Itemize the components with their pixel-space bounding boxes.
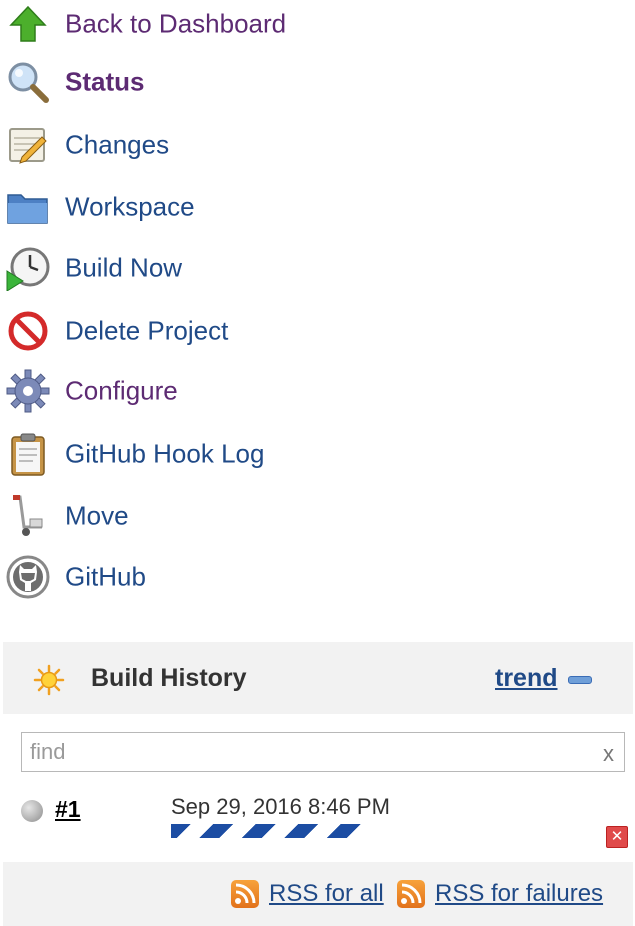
github-link[interactable]: GitHub: [0, 553, 400, 601]
github-icon: [4, 553, 52, 601]
collapse-minus-icon[interactable]: [568, 676, 592, 684]
sun-icon: [33, 664, 65, 696]
menu-item-label: Delete Project: [65, 315, 229, 346]
build-progress-bar: [171, 824, 365, 838]
menu-item-label: Build Now: [65, 252, 183, 283]
menu-item-label: Workspace: [65, 191, 195, 222]
find-input[interactable]: [30, 737, 580, 767]
menu-item-label: Move: [65, 500, 129, 531]
move-link[interactable]: Move: [0, 492, 400, 540]
back-to-dashboard-link[interactable]: Back to Dashboard: [0, 0, 400, 48]
abort-build-icon[interactable]: ✕: [606, 826, 628, 848]
build-row: #1 Sep 29, 2016 8:46 PM ✕: [3, 792, 633, 852]
notepad-icon: [4, 121, 52, 169]
clock-icon: [4, 244, 52, 292]
rss-all-label: RSS for all: [269, 880, 384, 907]
trend-link[interactable]: trend: [495, 664, 558, 693]
build-number-link[interactable]: #1: [55, 796, 81, 823]
menu-item-label: GitHub: [65, 561, 146, 592]
menu-item-label: GitHub Hook Log: [65, 438, 265, 469]
workspace-link[interactable]: Workspace: [0, 183, 400, 231]
clear-find-button[interactable]: x: [603, 741, 614, 767]
build-history-body: x #1 Sep 29, 2016 8:46 PM ✕: [3, 714, 633, 862]
menu-item-label: Changes: [65, 129, 170, 160]
configure-link[interactable]: Configure: [0, 367, 400, 415]
build-history-panel: Build History trend x #1 Sep 29, 2016 8:…: [3, 642, 633, 926]
rss-icon: [231, 880, 259, 908]
github-hook-log-link[interactable]: GitHub Hook Log: [0, 430, 400, 478]
rss-icon: [397, 880, 425, 908]
menu-item-label: Status: [65, 66, 145, 97]
clipboard-icon: [4, 430, 52, 478]
rss-failures-label: RSS for failures: [435, 880, 604, 907]
gear-icon: [4, 367, 52, 415]
build-history-title: Build History: [91, 664, 247, 692]
rss-failures-link[interactable]: RSS for failures: [397, 880, 603, 908]
find-box: x: [21, 732, 625, 772]
build-now-link[interactable]: Build Now: [0, 244, 400, 292]
rss-all-link[interactable]: RSS for all: [231, 880, 384, 908]
build-history-header: Build History trend: [3, 642, 633, 714]
no-entry-icon: [4, 307, 52, 355]
status-link[interactable]: Status: [0, 58, 400, 106]
menu-item-label: Back to Dashboard: [65, 8, 287, 39]
folder-icon: [4, 183, 52, 231]
up-arrow-icon: [4, 0, 52, 48]
changes-link[interactable]: Changes: [0, 121, 400, 169]
menu-item-label: Configure: [65, 375, 178, 406]
build-date: Sep 29, 2016 8:46 PM: [171, 794, 390, 819]
delete-project-link[interactable]: Delete Project: [0, 307, 400, 355]
build-progress-fill: [171, 824, 365, 838]
build-status-ball-icon: [21, 800, 43, 822]
hand-truck-icon: [4, 492, 52, 540]
magnifier-icon: [4, 58, 52, 106]
build-history-footer: RSS for all RSS for failures: [3, 862, 633, 926]
